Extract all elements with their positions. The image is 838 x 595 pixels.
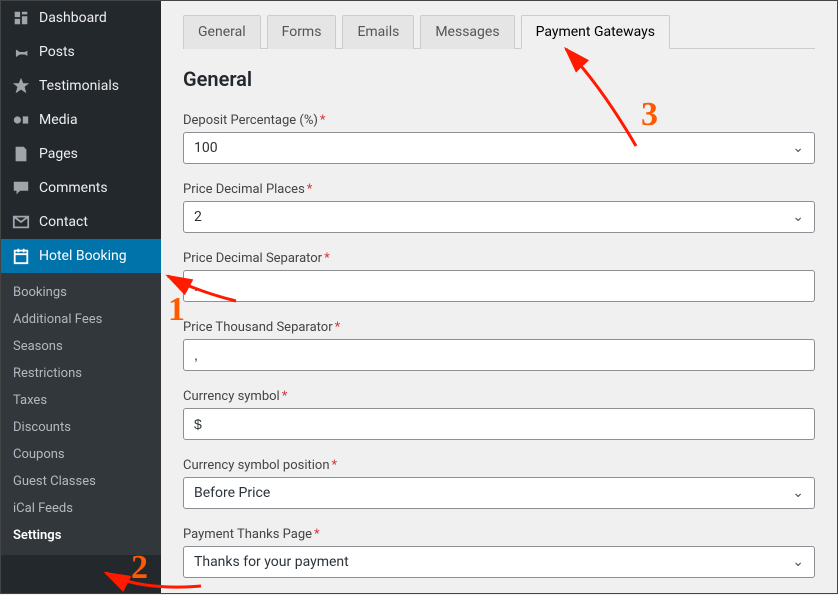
settings-tabs: General Forms Emails Messages Payment Ga…	[183, 15, 815, 49]
field-label: Deposit Percentage (%)*	[183, 113, 815, 128]
field-label: Currency symbol position*	[183, 458, 815, 473]
decimal-separator-input[interactable]	[183, 270, 815, 302]
chevron-down-icon: ⌄	[792, 140, 804, 156]
admin-sidebar: Dashboard Posts Testimonials Media Pages…	[1, 1, 161, 593]
menu-media[interactable]: Media	[1, 103, 161, 137]
tab-general[interactable]: General	[183, 15, 261, 49]
calendar-icon	[11, 247, 31, 265]
field-label: Payment Thanks Page*	[183, 527, 815, 542]
field-label: Price Thousand Separator*	[183, 320, 815, 335]
chevron-down-icon: ⌄	[792, 485, 804, 501]
menu-label: Dashboard	[39, 10, 107, 26]
field-deposit: Deposit Percentage (%)* 100 ⌄	[183, 113, 815, 164]
tab-messages[interactable]: Messages	[420, 15, 514, 49]
media-icon	[11, 111, 31, 129]
field-thousand-separator: Price Thousand Separator*	[183, 320, 815, 371]
select-value: 100	[194, 140, 218, 156]
mail-icon	[11, 213, 31, 231]
sub-ical-feeds[interactable]: iCal Feeds	[1, 495, 161, 522]
field-currency-symbol: Currency symbol*	[183, 389, 815, 440]
sub-guest-classes[interactable]: Guest Classes	[1, 468, 161, 495]
chevron-down-icon: ⌄	[792, 554, 804, 570]
thousand-separator-input[interactable]	[183, 339, 815, 371]
select-value: Before Price	[194, 485, 270, 501]
field-decimal-separator: Price Decimal Separator*	[183, 251, 815, 302]
field-thanks-page: Payment Thanks Page* Thanks for your pay…	[183, 527, 815, 578]
tab-emails[interactable]: Emails	[342, 15, 414, 49]
select-value: Thanks for your payment	[194, 554, 349, 570]
section-title: General	[183, 67, 815, 91]
menu-label: Testimonials	[39, 78, 119, 94]
field-label: Currency symbol*	[183, 389, 815, 404]
menu-label: Media	[39, 112, 78, 128]
field-decimal-places: Price Decimal Places* 2 ⌄	[183, 182, 815, 233]
currency-position-select[interactable]: Before Price ⌄	[183, 477, 815, 509]
menu-pages[interactable]: Pages	[1, 137, 161, 171]
sub-bookings[interactable]: Bookings	[1, 279, 161, 306]
comment-icon	[11, 179, 31, 197]
deposit-select[interactable]: 100 ⌄	[183, 132, 815, 164]
thanks-page-select[interactable]: Thanks for your payment ⌄	[183, 546, 815, 578]
currency-symbol-input[interactable]	[183, 408, 815, 440]
menu-comments[interactable]: Comments	[1, 171, 161, 205]
select-value: 2	[194, 209, 202, 225]
tab-forms[interactable]: Forms	[267, 15, 337, 49]
menu-contact[interactable]: Contact	[1, 205, 161, 239]
field-label: Price Decimal Separator*	[183, 251, 815, 266]
sub-additional-fees[interactable]: Additional Fees	[1, 306, 161, 333]
pin-icon	[11, 43, 31, 61]
sub-taxes[interactable]: Taxes	[1, 387, 161, 414]
menu-label: Comments	[39, 180, 108, 196]
tab-payment-gateways[interactable]: Payment Gateways	[521, 15, 670, 49]
chevron-down-icon: ⌄	[792, 209, 804, 225]
menu-hotel-booking[interactable]: Hotel Booking	[1, 239, 161, 273]
menu-label: Contact	[39, 214, 88, 230]
decimals-select[interactable]: 2 ⌄	[183, 201, 815, 233]
sub-seasons[interactable]: Seasons	[1, 333, 161, 360]
menu-label: Pages	[39, 146, 78, 162]
sub-discounts[interactable]: Discounts	[1, 414, 161, 441]
menu-dashboard[interactable]: Dashboard	[1, 1, 161, 35]
star-icon	[11, 77, 31, 95]
submenu-hotel-booking: Bookings Additional Fees Seasons Restric…	[1, 273, 161, 555]
menu-label: Posts	[39, 44, 75, 60]
menu-label: Hotel Booking	[39, 248, 127, 264]
menu-testimonials[interactable]: Testimonials	[1, 69, 161, 103]
field-label: Price Decimal Places*	[183, 182, 815, 197]
dashboard-icon	[11, 9, 31, 27]
menu-posts[interactable]: Posts	[1, 35, 161, 69]
field-currency-position: Currency symbol position* Before Price ⌄	[183, 458, 815, 509]
sub-coupons[interactable]: Coupons	[1, 441, 161, 468]
sub-settings[interactable]: Settings	[1, 522, 161, 549]
page-icon	[11, 145, 31, 163]
sub-restrictions[interactable]: Restrictions	[1, 360, 161, 387]
main-content: General Forms Emails Messages Payment Ga…	[161, 1, 837, 593]
